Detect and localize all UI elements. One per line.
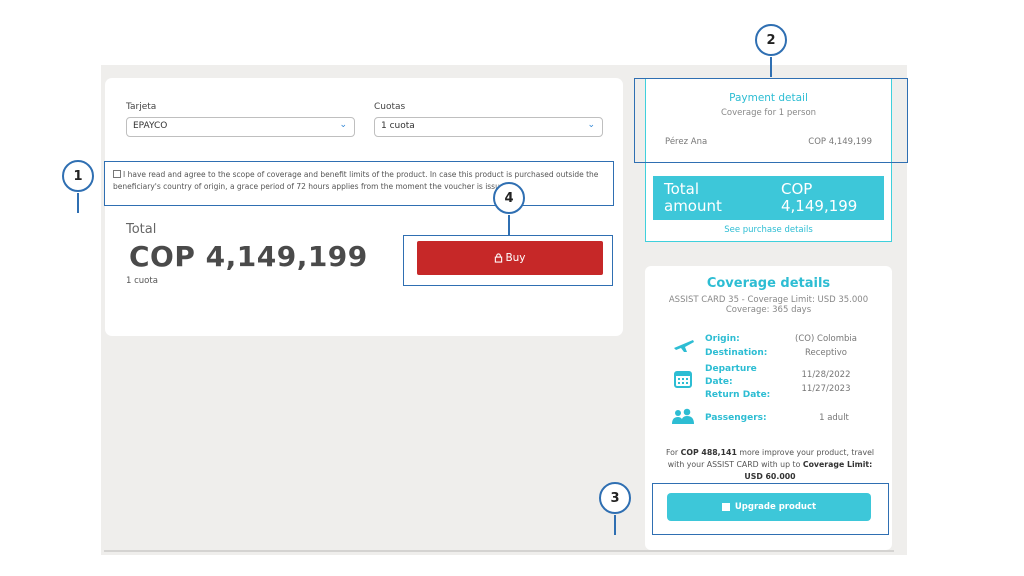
callout-line-1 <box>77 193 79 213</box>
total-amount-label: Total amount <box>664 180 722 215</box>
callout-line-2 <box>770 57 772 77</box>
passenger-name: Pérez Ana <box>665 137 708 147</box>
upgrade-product-button[interactable]: Upgrade product <box>667 493 871 521</box>
installments-select-value: 1 cuota <box>381 121 415 131</box>
coverage-subtitle: ASSIST CARD 35 - Coverage Limit: USD 35.… <box>668 295 869 315</box>
see-purchase-details-link[interactable]: See purchase details <box>645 225 892 235</box>
card-select[interactable]: EPAYCO ⌄ <box>126 117 355 137</box>
origin-label: Origin: <box>705 334 740 344</box>
destination-label: Destination: <box>705 348 768 358</box>
buy-button[interactable]: Buy <box>417 241 603 275</box>
terms-highlight: I have read and agree to the scope of co… <box>104 161 614 206</box>
upgrade-label: Upgrade product <box>734 502 817 512</box>
total-amount: COP 4,149,199 <box>129 240 368 273</box>
departure-value: 11/28/2022 <box>801 370 851 380</box>
payment-title: Payment detail <box>729 92 808 104</box>
total-amount-bar: Total amount COP 4,149,199 <box>653 176 884 220</box>
upsell-prefix: For <box>665 448 681 457</box>
upsell-amount: COP 488,141 <box>680 448 737 457</box>
checkbox-icon <box>721 503 730 511</box>
card-select-value: EPAYCO <box>133 121 168 131</box>
people-icon <box>672 408 694 424</box>
total-label: Total <box>126 222 157 237</box>
departure-label: Departure Date: <box>705 364 757 387</box>
divider <box>104 550 894 552</box>
callout-marker-2: 2 <box>755 24 787 56</box>
chevron-down-icon: ⌄ <box>339 120 347 130</box>
terms-text: I have read and agree to the scope of co… <box>113 170 599 191</box>
origin-value: (CO) Colombia <box>795 334 857 344</box>
return-value: 11/27/2023 <box>801 384 851 394</box>
airplane-icon <box>674 340 694 352</box>
callout-line-4 <box>508 215 510 235</box>
chevron-down-icon: ⌄ <box>587 120 595 130</box>
callout-line-3 <box>614 515 616 535</box>
lock-icon <box>495 253 503 263</box>
callout-marker-1: 1 <box>62 160 94 192</box>
card-label: Tarjeta <box>126 102 157 112</box>
calendar-icon <box>674 371 692 388</box>
payment-highlight <box>634 78 908 163</box>
callout-marker-4: 4 <box>493 182 525 214</box>
upsell-text: For COP 488,141 more improve your produc… <box>658 447 882 483</box>
terms-checkbox[interactable] <box>113 170 121 178</box>
screenshot: Tarjeta EPAYCO ⌄ Cuotas 1 cuota ⌄ I have… <box>0 0 1024 576</box>
passenger-amount: COP 4,149,199 <box>808 137 872 147</box>
installments-summary: 1 cuota <box>126 276 158 286</box>
passengers-label: Passengers: <box>705 413 767 423</box>
return-label: Return Date: <box>705 390 771 400</box>
total-amount-value: COP 4,149,199 <box>781 180 858 215</box>
callout-marker-3: 3 <box>599 482 631 514</box>
coverage-title: Coverage details <box>706 276 831 291</box>
installments-select[interactable]: 1 cuota ⌄ <box>374 117 603 137</box>
installments-label: Cuotas <box>374 102 406 112</box>
buy-label: Buy <box>505 252 526 264</box>
passengers-value: 1 adult <box>819 413 849 423</box>
destination-value: Receptivo <box>805 348 847 358</box>
payment-subtitle: Coverage for 1 person <box>720 108 817 118</box>
